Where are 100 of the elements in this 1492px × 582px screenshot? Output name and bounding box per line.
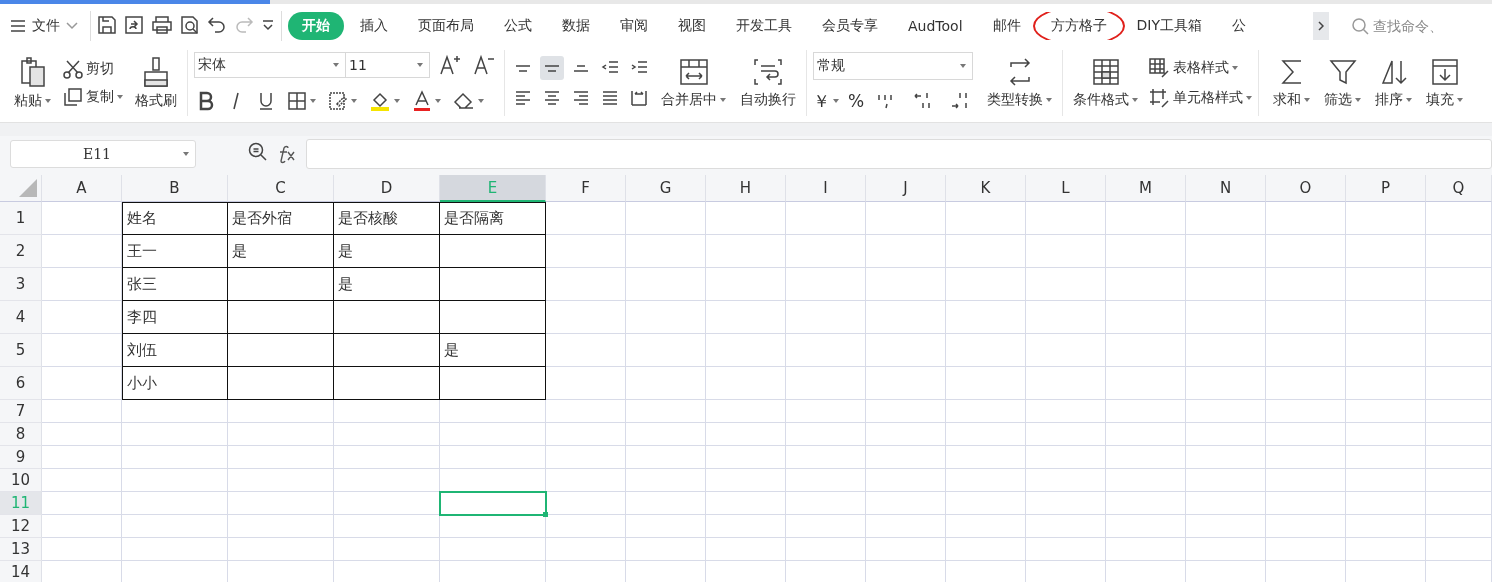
ribbon-tab[interactable]: 公 (1218, 12, 1260, 40)
number-format-field[interactable]: 常规 (813, 52, 973, 80)
caret-icon (351, 99, 357, 103)
copy-button[interactable]: 复制 (63, 87, 123, 107)
font-name-field[interactable]: 宋体 (194, 52, 346, 78)
ribbon-tab[interactable]: 数据 (548, 12, 604, 40)
ribbon-tab[interactable]: 方方格子 (1036, 12, 1121, 40)
table-cell (1426, 423, 1492, 446)
conditional-format-button[interactable]: 条件格式 (1069, 57, 1143, 109)
formula-input[interactable] (306, 139, 1492, 169)
column-header[interactable]: H (706, 175, 786, 202)
column-header[interactable]: G (626, 175, 706, 202)
caret-icon (1457, 98, 1464, 102)
filter-button[interactable]: 筛选 (1320, 57, 1366, 109)
column-header[interactable]: N (1186, 175, 1266, 202)
caret-icon (833, 99, 839, 103)
triangle-icon (19, 179, 37, 197)
cell-style-button[interactable]: 单元格样式 (1148, 87, 1253, 109)
row-header[interactable]: 14 (0, 561, 42, 582)
ribbon-tab[interactable]: 邮件 (978, 12, 1035, 40)
table-cell: 是 (334, 268, 440, 301)
caret-icon (117, 95, 123, 99)
align-middle-button[interactable] (540, 56, 564, 80)
ribbon-tab[interactable]: 视图 (664, 12, 720, 40)
cut-button[interactable]: 剪切 (63, 59, 123, 79)
table-cell: 姓名 (122, 202, 228, 235)
column-header[interactable]: D (334, 175, 440, 202)
table-cell: 是否隔离 (440, 202, 546, 235)
table-cell: 张三 (122, 268, 228, 301)
table-cell: 李四 (122, 301, 228, 334)
table-cell (1426, 446, 1492, 469)
scissors-icon (63, 59, 83, 79)
column-header[interactable]: P (1346, 175, 1426, 202)
grid-icon (287, 91, 307, 111)
column-header[interactable]: O (1266, 175, 1346, 202)
column-header[interactable]: C (228, 175, 334, 202)
caret-icon (478, 99, 484, 103)
align-left-icon (514, 89, 532, 107)
row-header[interactable]: 10 (0, 469, 42, 492)
caret-icon (1304, 98, 1311, 102)
column-header[interactable]: M (1106, 175, 1186, 202)
table-cell: 是 (440, 334, 546, 367)
brush-icon (141, 56, 171, 88)
paste-button[interactable]: 粘贴 (10, 56, 55, 110)
fill-button[interactable]: 填充 (1422, 57, 1468, 109)
funnel-icon (1327, 57, 1358, 87)
row-header[interactable]: 3 (0, 268, 42, 301)
sort-button[interactable]: 排序 (1371, 57, 1417, 109)
table-cell: 小小 (122, 367, 228, 400)
currency-button[interactable]: ￥ (813, 89, 839, 113)
row-header[interactable]: 13 (0, 538, 42, 561)
caret-icon (720, 98, 726, 102)
ribbon-tab[interactable]: 公式 (490, 12, 546, 40)
ribbon-tab[interactable]: 插入 (346, 12, 402, 40)
ribbon-tab[interactable]: 开发工具 (722, 12, 806, 40)
merge-center-button[interactable]: 合并居中 (657, 57, 730, 109)
table-style-icon (1148, 57, 1171, 79)
row-header[interactable]: 9 (0, 446, 42, 469)
name-box[interactable]: E11 (10, 140, 196, 168)
wrap-text-button[interactable]: 自动换行 (736, 57, 800, 109)
column-header[interactable]: J (866, 175, 946, 202)
chevron-right-icon (1318, 21, 1324, 31)
table-style-button[interactable]: 表格样式 (1148, 57, 1253, 79)
row-header[interactable]: 2 (0, 235, 42, 268)
caret-icon (1406, 98, 1413, 102)
column-header[interactable]: K (946, 175, 1026, 202)
row-header[interactable]: 5 (0, 334, 42, 367)
table-cell: 是否外宿 (228, 202, 334, 235)
more-tabs-button[interactable] (1313, 12, 1329, 40)
cell-edit-icon (328, 91, 348, 111)
row-header[interactable]: 7 (0, 400, 42, 423)
selected-cell[interactable] (440, 492, 546, 515)
table-cell: 刘伍 (122, 334, 228, 367)
ribbon-tab[interactable]: 页面布局 (404, 12, 488, 40)
column-header[interactable]: L (1026, 175, 1106, 202)
ribbon-tab[interactable]: AudTool (894, 13, 977, 39)
ribbon-tab[interactable]: 会员专享 (808, 12, 892, 40)
font-color-icon (412, 90, 432, 112)
row-header[interactable]: 6 (0, 367, 42, 400)
percent-button[interactable]: % (848, 91, 865, 111)
ribbon-tab[interactable]: 审阅 (606, 12, 662, 40)
column-header[interactable]: B (122, 175, 228, 202)
row-header[interactable]: 8 (0, 423, 42, 446)
column-header[interactable]: I (786, 175, 866, 202)
file-menu[interactable]: 文件 (10, 17, 84, 35)
row-header[interactable]: 12 (0, 515, 42, 538)
align-icon (545, 64, 559, 72)
ribbon-tab[interactable]: DIY工具箱 (1122, 12, 1216, 40)
row-header[interactable]: 1 (0, 202, 42, 235)
caret-icon (435, 99, 441, 103)
column-header[interactable]: F (546, 175, 626, 202)
cell-style-icon (1148, 87, 1171, 109)
column-header[interactable]: Q (1426, 175, 1492, 202)
row-header[interactable]: 4 (0, 301, 42, 334)
format-painter-button[interactable]: 格式刷 (131, 56, 181, 110)
sum-button[interactable]: 求和 (1269, 57, 1315, 109)
column-header[interactable]: A (42, 175, 122, 202)
font-size-field[interactable]: 11 (346, 52, 430, 78)
zoom-formula-icon (248, 142, 268, 162)
type-convert-button[interactable]: 类型转换 (983, 57, 1057, 109)
